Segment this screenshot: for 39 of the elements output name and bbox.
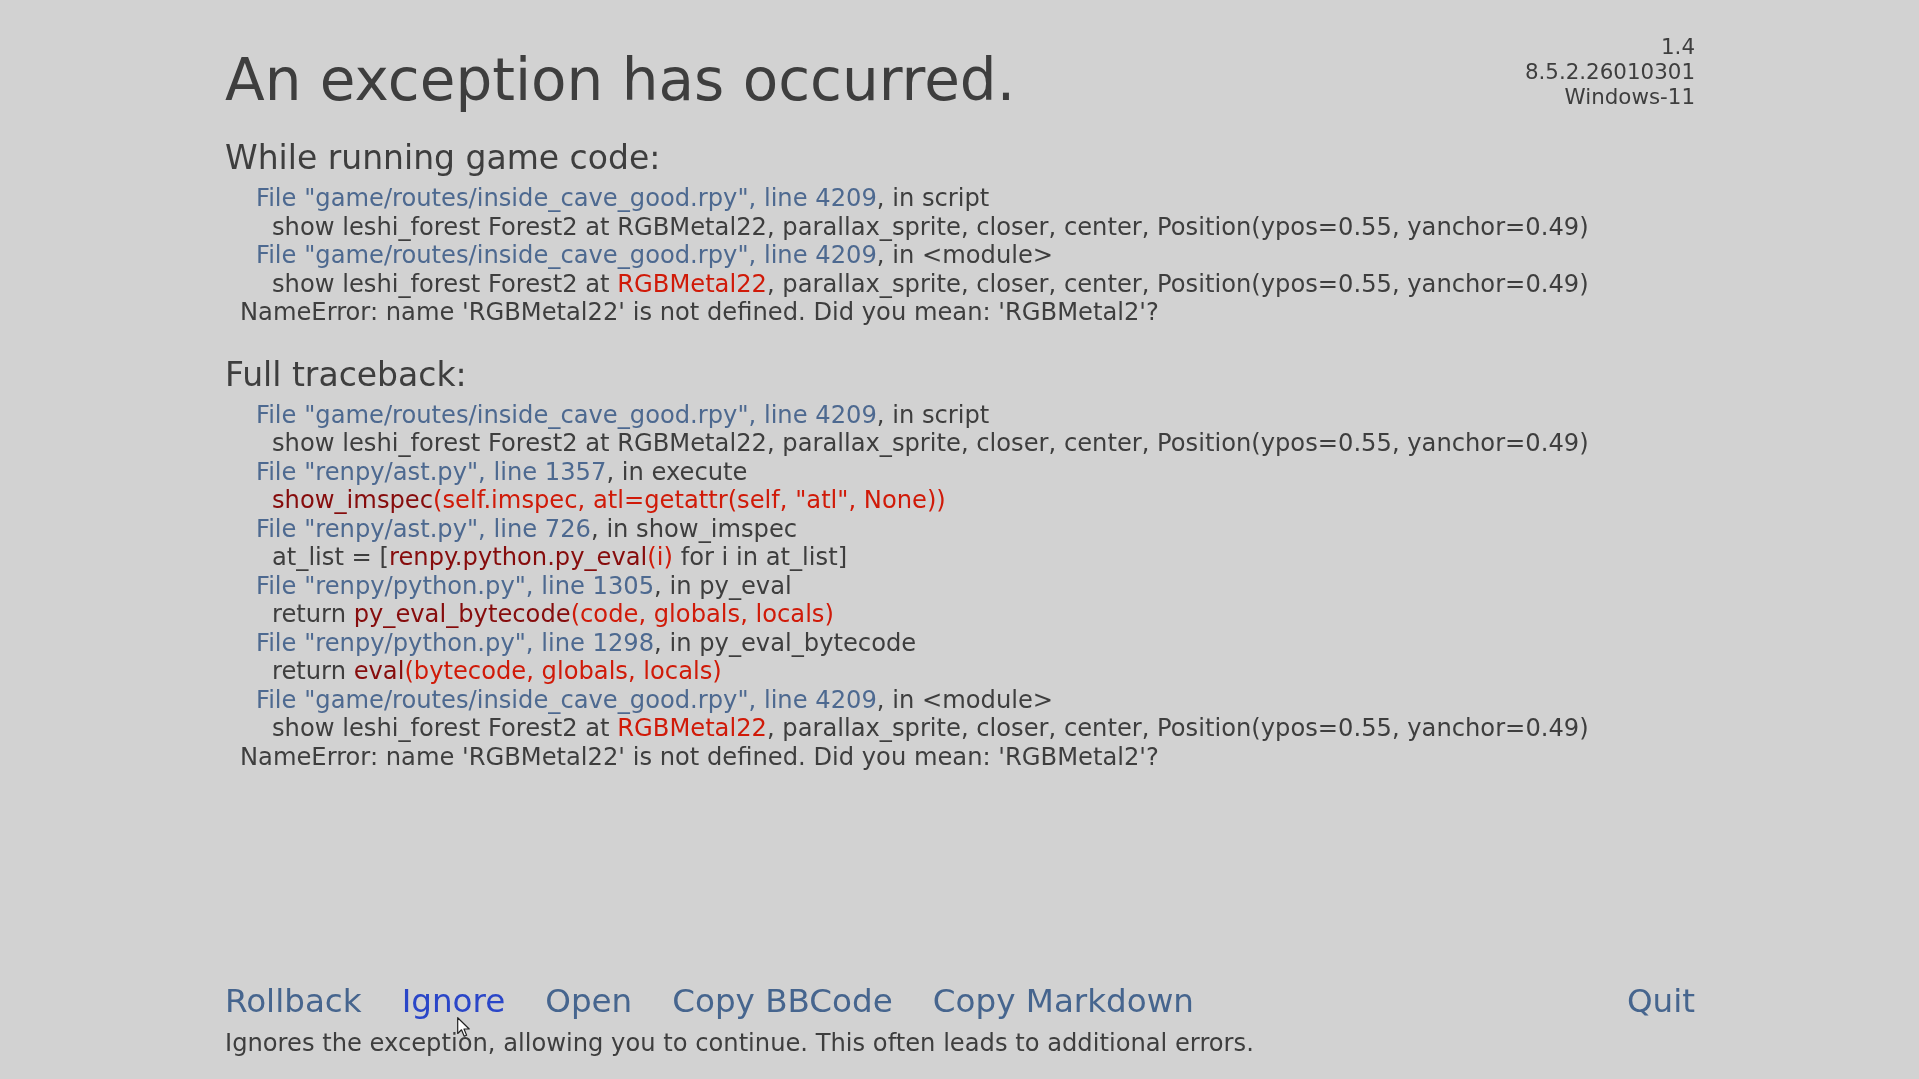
- section-heading: While running game code:: [225, 138, 662, 178]
- version-text: 1.4: [1660, 34, 1695, 59]
- help-text: Ignores the exception, allowing you to continue. This often leads to additional errors.: [225, 1029, 1254, 1057]
- action-link[interactable]: Copy Markdown: [932, 981, 1194, 1021]
- file-link[interactable]: File "renpy/python.py", line 1305: [256, 571, 655, 600]
- version-text: 8.5.2.26010301: [1524, 59, 1695, 84]
- traceback-line: File "renpy/python.py", line 1298, in py_eval_bytecode: [256, 628, 917, 657]
- file-link[interactable]: File "renpy/ast.py", line 1357: [256, 457, 607, 486]
- code-line: show leshi_forest Forest2 at RGBMetal22, parallax_sprite, closer, center, Position(ypos=0.55, yanchor=0.49): [272, 429, 1589, 458]
- error-message: NameError: name 'RGBMetal22' is not defined. Did you mean: 'RGBMetal2'?: [240, 742, 1159, 771]
- action-link[interactable]: Rollback: [225, 981, 362, 1021]
- action-link[interactable]: Quit: [1626, 981, 1695, 1021]
- traceback-line: File "renpy/ast.py", line 726, in show_imspec: [256, 514, 798, 543]
- file-link[interactable]: File "game/routes/inside_cave_good.rpy", line 4209: [256, 400, 877, 429]
- traceback-line: File "game/routes/inside_cave_good.rpy", line 4209, in <module>: [256, 241, 1054, 270]
- code-line: return py_eval_bytecode(code, globals, locals): [272, 600, 834, 629]
- traceback-line: File "game/routes/inside_cave_good.rpy", line 4209, in script: [256, 400, 990, 429]
- action-link[interactable]: Copy BBCode: [672, 981, 893, 1021]
- traceback-line: File "renpy/ast.py", line 1357, in execute: [256, 457, 748, 486]
- traceback-line: File "renpy/python.py", line 1305, in py_eval: [256, 571, 792, 600]
- page-title: An exception has occurred.: [225, 45, 1016, 115]
- file-link[interactable]: File "renpy/python.py", line 1298: [256, 628, 655, 657]
- file-link[interactable]: File "game/routes/inside_cave_good.rpy", line 4209: [256, 685, 877, 714]
- code-line: show leshi_forest Forest2 at RGBMetal22, parallax_sprite, closer, center, Position(ypos=0.55, yanchor=0.49): [272, 269, 1589, 298]
- version-text: Windows-11: [1564, 84, 1695, 109]
- section-heading: Full traceback:: [225, 354, 468, 395]
- action-link[interactable]: Open: [545, 981, 633, 1021]
- code-line: show leshi_forest Forest2 at RGBMetal22, parallax_sprite, closer, center, Position(ypos=0.55, yanchor=0.49): [272, 714, 1589, 743]
- action-link[interactable]: Ignore: [401, 981, 506, 1021]
- code-line: show leshi_forest Forest2 at RGBMetal22, parallax_sprite, closer, center, Position(ypos=0.55, yanchor=0.49): [272, 212, 1589, 241]
- code-line: show_imspec(self.imspec, atl=getattr(self, "atl", None)): [272, 486, 946, 515]
- code-line: at_list = [renpy.python.py_eval(i) for i in at_list]: [272, 543, 848, 572]
- traceback-line: File "game/routes/inside_cave_good.rpy", line 4209, in script: [256, 184, 990, 213]
- file-link[interactable]: File "renpy/ast.py", line 726: [256, 514, 591, 543]
- file-link[interactable]: File "game/routes/inside_cave_good.rpy", line 4209: [256, 184, 877, 212]
- traceback-line: File "game/routes/inside_cave_good.rpy", line 4209, in <module>: [256, 685, 1054, 714]
- code-line: return eval(bytecode, globals, locals): [272, 657, 722, 686]
- file-link[interactable]: File "game/routes/inside_cave_good.rpy", line 4209: [256, 241, 877, 269]
- error-message: NameError: name 'RGBMetal22' is not defined. Did you mean: 'RGBMetal2'?: [240, 298, 1159, 327]
